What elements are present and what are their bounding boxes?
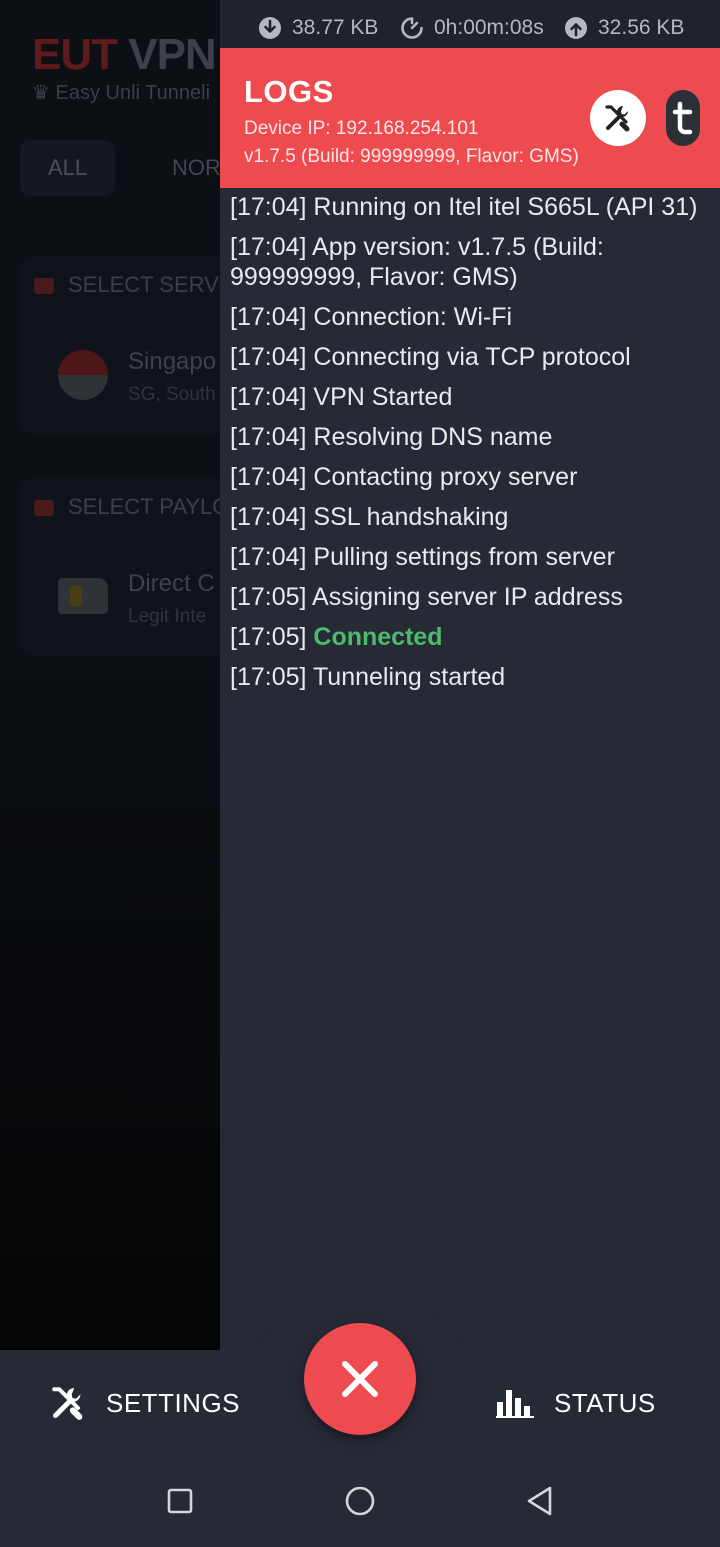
log-message: Tunneling started bbox=[312, 663, 506, 691]
log-time: [17:04] bbox=[230, 463, 307, 491]
upload-value: 32.56 KB bbox=[598, 16, 685, 39]
sim-card-icon bbox=[58, 578, 108, 614]
log-message: Contacting proxy server bbox=[313, 463, 578, 491]
app-subtitle: ♛ Easy Unli Tunneli bbox=[32, 82, 211, 104]
payload-name: Direct C bbox=[128, 570, 215, 597]
log-message: Pulling settings from server bbox=[313, 543, 615, 571]
triangle-icon bbox=[527, 1486, 552, 1516]
log-time: [17:04] bbox=[230, 193, 307, 221]
log-message: VPN Started bbox=[313, 383, 453, 411]
status-label: STATUS bbox=[554, 1387, 656, 1418]
log-time: [17:04] bbox=[230, 383, 307, 411]
log-time: [17:05] bbox=[230, 583, 307, 611]
log-time: [17:05] bbox=[230, 663, 307, 691]
server-icon bbox=[34, 278, 54, 295]
log-time: [17:04] bbox=[230, 543, 307, 571]
log-list: [17:04] Running on Itel itel S665L (API … bbox=[230, 192, 716, 702]
log-entry: [17:04] App version: v1.7.5 (Build: 9999… bbox=[230, 232, 716, 292]
server-section-header: SELECT SERV bbox=[34, 272, 219, 298]
duration-value: 0h:00m:08s bbox=[434, 16, 544, 39]
log-entry: [17:05] Assigning server IP address bbox=[230, 582, 716, 612]
disconnect-button[interactable] bbox=[304, 1323, 416, 1435]
circle-icon bbox=[345, 1486, 375, 1516]
log-message: Assigning server IP address bbox=[312, 583, 623, 611]
log-message: SSL handshaking bbox=[313, 503, 509, 531]
recents-button[interactable] bbox=[156, 1477, 204, 1525]
tools-icon bbox=[605, 105, 630, 132]
log-entry: [17:04] VPN Started bbox=[230, 382, 716, 412]
logs-title: LOGS bbox=[244, 74, 334, 109]
log-time: [17:04] bbox=[230, 503, 307, 531]
settings-button[interactable]: SETTINGS bbox=[48, 1378, 240, 1428]
log-time: [17:04] bbox=[230, 423, 307, 451]
square-icon bbox=[167, 1488, 193, 1514]
payload-icon bbox=[34, 500, 54, 517]
server-section-label: SELECT SERV bbox=[68, 272, 219, 297]
navigation-bar bbox=[0, 1455, 720, 1547]
app-title: EUT VPN bbox=[32, 30, 217, 80]
t-icon bbox=[672, 101, 693, 135]
duration-stat: 0h:00m:08s bbox=[400, 14, 544, 42]
timer-icon bbox=[401, 17, 423, 39]
telegram-button[interactable] bbox=[666, 90, 700, 146]
log-time: [17:04] bbox=[230, 343, 307, 371]
tools-button[interactable] bbox=[590, 90, 646, 146]
log-entry: [17:05] Tunneling started bbox=[230, 662, 716, 692]
tab-all[interactable]: ALL bbox=[20, 140, 116, 196]
upload-stat: 32.56 KB bbox=[564, 14, 684, 42]
payload-section-label: SELECT PAYLO bbox=[68, 494, 230, 519]
log-message: Running on Itel itel S665L (API 31) bbox=[313, 193, 698, 221]
status-bar: 38.77 KB 0h:00m:08s 32.56 KB bbox=[220, 0, 720, 48]
download-value: 38.77 KB bbox=[292, 16, 379, 39]
download-icon bbox=[259, 17, 281, 39]
log-entry: [17:04] Pulling settings from server bbox=[230, 542, 716, 572]
logs-header: LOGS Device IP: 192.168.254.101 v1.7.5 (… bbox=[220, 48, 720, 188]
log-message: Connection: Wi-Fi bbox=[313, 303, 513, 331]
payload-section-header: SELECT PAYLO bbox=[34, 494, 229, 520]
log-entry: [17:04] Running on Itel itel S665L (API … bbox=[230, 192, 716, 222]
log-entry: [17:04] Connection: Wi-Fi bbox=[230, 302, 716, 332]
payload-subtitle: Legit Inte bbox=[128, 606, 207, 627]
status-button[interactable]: STATUS bbox=[496, 1378, 656, 1428]
server-name: Singapo bbox=[128, 348, 217, 375]
app-title-part2: VPN bbox=[128, 30, 216, 79]
log-entry: [17:05] Connected bbox=[230, 622, 716, 652]
back-button[interactable] bbox=[516, 1477, 564, 1525]
logs-drawer: LOGS Device IP: 192.168.254.101 v1.7.5 (… bbox=[220, 48, 720, 1350]
log-time: [17:04] bbox=[230, 233, 307, 261]
log-entry: [17:04] Contacting proxy server bbox=[230, 462, 716, 492]
log-entry: [17:04] Connecting via TCP protocol bbox=[230, 342, 716, 372]
upload-icon bbox=[565, 17, 587, 39]
server-subtitle: SG, South bbox=[128, 384, 216, 405]
home-button[interactable] bbox=[336, 1477, 384, 1525]
log-entry: [17:04] SSL handshaking bbox=[230, 502, 716, 532]
log-entry: [17:04] Resolving DNS name bbox=[230, 422, 716, 452]
device-ip: Device IP: 192.168.254.101 bbox=[244, 118, 479, 139]
version-info: v1.7.5 (Build: 999999999, Flavor: GMS) bbox=[244, 146, 579, 167]
log-time: [17:05] bbox=[230, 623, 307, 651]
log-message: Resolving DNS name bbox=[313, 423, 553, 451]
tools-icon bbox=[52, 1387, 83, 1420]
log-message: Connecting via TCP protocol bbox=[313, 343, 631, 371]
log-time: [17:04] bbox=[230, 303, 307, 331]
log-message-connected: Connected bbox=[313, 623, 443, 651]
singapore-flag-icon bbox=[58, 350, 108, 400]
close-icon bbox=[342, 1361, 378, 1397]
bar-chart-icon bbox=[496, 1390, 534, 1418]
settings-label: SETTINGS bbox=[106, 1387, 241, 1418]
app-title-part1: EUT bbox=[32, 30, 118, 79]
download-stat: 38.77 KB bbox=[258, 14, 378, 42]
